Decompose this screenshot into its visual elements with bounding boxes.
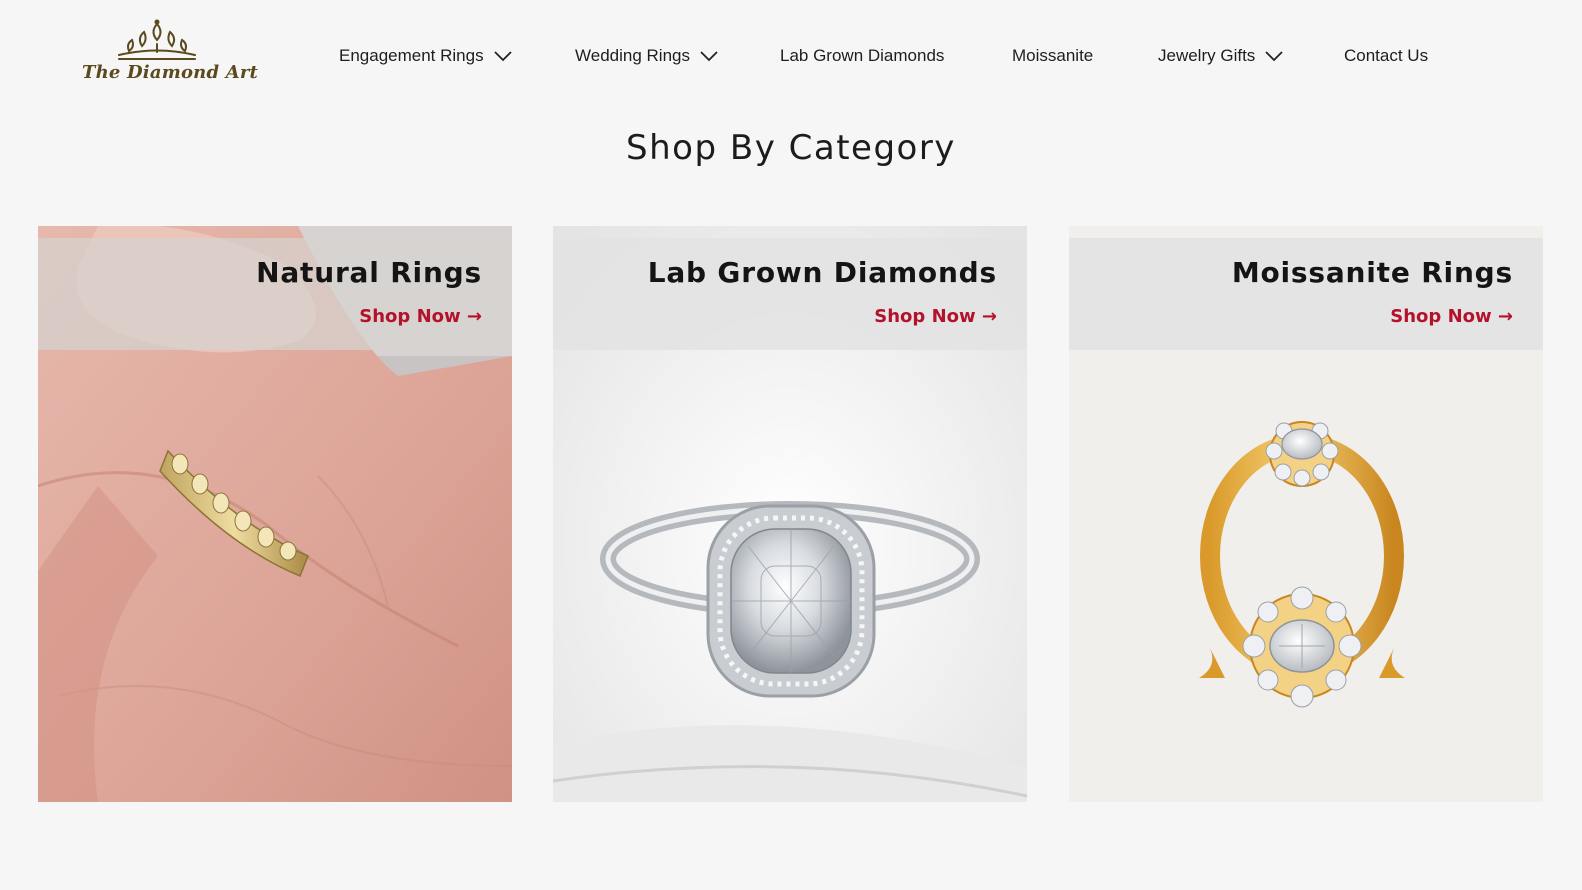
category-card-natural-rings[interactable]: Natural Rings Shop Now → bbox=[38, 226, 512, 802]
nav-label: Wedding Rings bbox=[575, 46, 690, 65]
shop-now-link[interactable]: Shop Now → bbox=[874, 306, 997, 327]
chevron-down-icon bbox=[1265, 51, 1283, 62]
shop-now-link[interactable]: Shop Now → bbox=[1390, 306, 1513, 327]
nav-engagement-rings[interactable]: Engagement Rings bbox=[339, 42, 512, 70]
shop-now-link[interactable]: Shop Now → bbox=[359, 306, 482, 327]
category-title: Moissanite Rings bbox=[1231, 256, 1513, 289]
category-banner: Lab Grown Diamonds Shop Now → bbox=[553, 238, 1027, 350]
nav-label: Moissanite bbox=[1012, 46, 1094, 65]
main-nav: Engagement Rings Wedding Rings Lab Grown… bbox=[0, 42, 1582, 70]
nav-moissanite[interactable]: Moissanite bbox=[1012, 42, 1093, 70]
nav-label: Contact Us bbox=[1344, 46, 1429, 65]
category-banner: Moissanite Rings Shop Now → bbox=[1069, 238, 1543, 350]
nav-contact-us[interactable]: Contact Us bbox=[1344, 42, 1428, 70]
site-header: The Diamond Art Engagement Rings Wedding… bbox=[0, 0, 1582, 110]
chevron-down-icon bbox=[700, 51, 718, 62]
nav-label: Jewelry Gifts bbox=[1158, 46, 1256, 65]
category-title: Natural Rings bbox=[256, 256, 482, 289]
category-card-moissanite-rings[interactable]: Moissanite Rings Shop Now → bbox=[1069, 226, 1543, 802]
category-banner: Natural Rings Shop Now → bbox=[38, 238, 512, 350]
nav-wedding-rings[interactable]: Wedding Rings bbox=[575, 42, 718, 70]
chevron-down-icon bbox=[493, 51, 512, 62]
category-card-lab-grown-diamonds[interactable]: Lab Grown Diamonds Shop Now → bbox=[553, 226, 1027, 802]
section-title: Shop By Category bbox=[626, 128, 956, 168]
nav-jewelry-gifts[interactable]: Jewelry Gifts bbox=[1158, 42, 1283, 70]
nav-label: Engagement Rings bbox=[339, 46, 484, 65]
nav-label: Lab Grown Diamonds bbox=[780, 46, 945, 65]
category-title: Lab Grown Diamonds bbox=[647, 256, 997, 289]
nav-lab-grown-diamonds[interactable]: Lab Grown Diamonds bbox=[780, 42, 944, 70]
